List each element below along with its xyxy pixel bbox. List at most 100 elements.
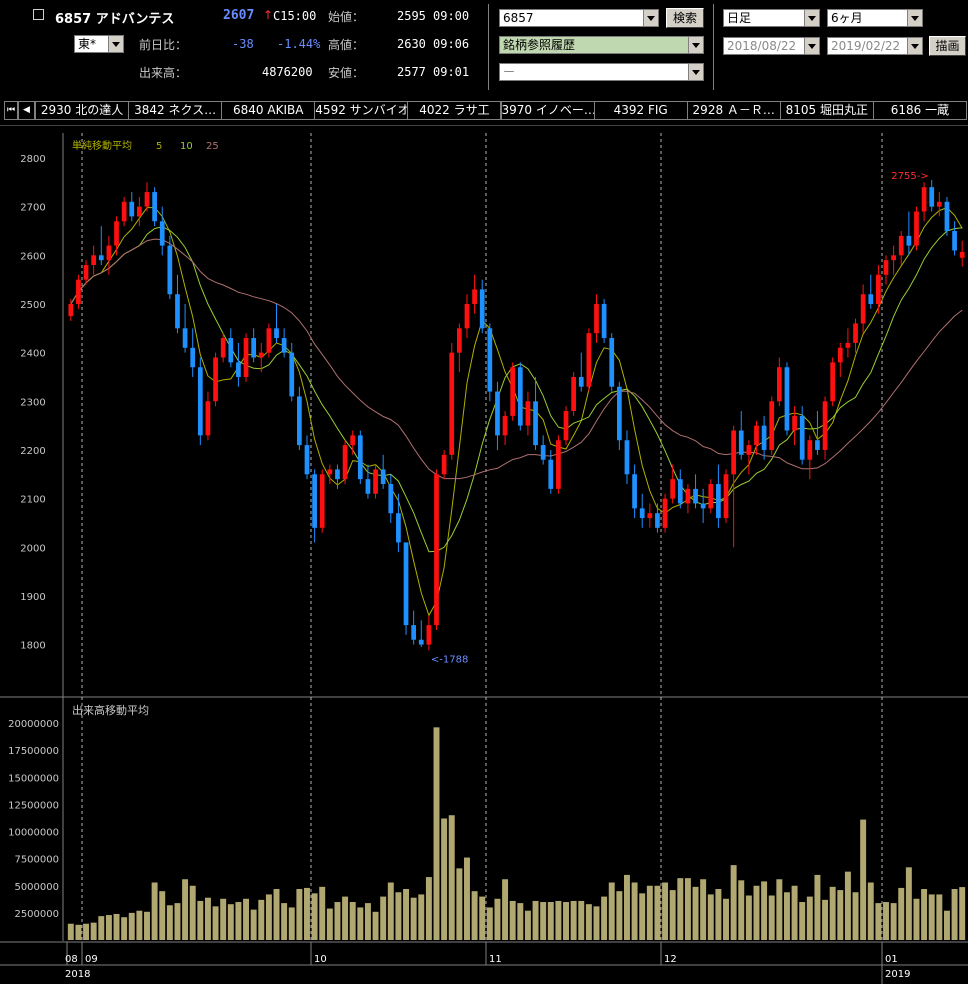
ticker-item[interactable]: 3842 ネクス… <box>128 101 223 120</box>
candle-body <box>197 367 203 436</box>
draw-button[interactable]: 描画 <box>929 36 966 56</box>
candle <box>243 333 249 382</box>
candle-body <box>411 625 417 640</box>
volume-bar <box>662 882 669 940</box>
candle <box>487 323 493 402</box>
volume-bar <box>517 903 524 940</box>
history-select[interactable]: 銘柄参照履歴 <box>499 36 704 54</box>
ticker-item[interactable]: 6186 一蔵 <box>872 101 967 120</box>
volume-bar <box>936 894 943 940</box>
chevron-down-icon[interactable] <box>108 36 123 52</box>
exchange-select[interactable]: 東* <box>74 35 124 53</box>
volume-bar <box>128 912 135 940</box>
volume-bar <box>791 885 798 940</box>
candle <box>556 435 561 494</box>
candle-body <box>853 323 858 343</box>
chevron-down-icon[interactable] <box>804 38 819 54</box>
stock-code-input[interactable]: 6857 <box>499 9 659 27</box>
chevron-down-icon[interactable] <box>907 38 922 54</box>
candle-body <box>746 445 752 455</box>
open-label: 始値： <box>328 10 365 24</box>
volume-bar <box>951 889 958 940</box>
chevron-down-icon[interactable] <box>643 10 658 26</box>
chevron-down-icon[interactable] <box>688 64 703 80</box>
ticker-item[interactable]: 4592 サンバイオ <box>314 101 409 120</box>
ticker-item[interactable]: 4022 ラサ工 <box>407 101 502 120</box>
ticker-item[interactable]: 6840 AKIBA <box>221 101 316 120</box>
candle <box>914 206 919 251</box>
volume-bar <box>425 877 432 940</box>
month-label: 10 <box>314 954 327 965</box>
volume-bar <box>304 887 310 940</box>
interval-select[interactable]: 日足 <box>723 9 820 27</box>
price-tick-label: 2200 <box>20 446 45 457</box>
search-button[interactable]: 検索 <box>666 8 704 28</box>
high-time: 09:06 <box>433 37 470 51</box>
candle <box>319 469 325 533</box>
volume-bar <box>540 902 547 940</box>
candle <box>76 274 81 309</box>
candle-body <box>799 415 805 460</box>
from-date-input[interactable]: 2018/08/22 <box>723 37 820 55</box>
volume-bar <box>822 899 829 940</box>
volume-bar <box>90 922 97 940</box>
volume-bar <box>456 868 463 940</box>
candle-body <box>213 357 218 402</box>
volume-bar <box>898 887 905 940</box>
ticker-item[interactable]: 8105 堀田丸正 <box>779 101 874 120</box>
candle-body <box>312 474 317 528</box>
candle-body <box>373 469 378 494</box>
first-page-icon[interactable]: ⏮ <box>4 101 18 120</box>
volume-bar <box>844 871 851 940</box>
candle-body <box>281 338 287 353</box>
ticker-item[interactable]: 4392 FIG <box>593 101 688 120</box>
chevron-down-icon[interactable] <box>688 37 703 53</box>
divider <box>488 4 489 90</box>
volume-bar <box>189 885 196 940</box>
prev-page-icon[interactable]: ◀ <box>18 101 35 120</box>
candle-body <box>388 484 394 514</box>
candle-body <box>350 435 356 446</box>
candle-body <box>700 503 706 509</box>
candle-body <box>434 474 439 626</box>
candle <box>609 333 615 392</box>
candle-body <box>563 411 569 441</box>
sub-select[interactable]: ー <box>499 63 704 81</box>
candle-body <box>807 440 813 460</box>
candle-body <box>784 367 790 431</box>
volume-bar <box>311 893 318 940</box>
volume-bar <box>174 903 181 940</box>
candle <box>373 464 378 499</box>
high-value: 2630 <box>397 37 426 51</box>
to-date-input[interactable]: 2019/02/22 <box>827 37 923 55</box>
volume-bar <box>136 910 143 940</box>
volume-bar <box>799 902 806 940</box>
candle-body <box>876 274 881 304</box>
volume-bar <box>98 916 105 940</box>
low-time: 09:01 <box>433 65 470 79</box>
volume-bar <box>860 819 867 940</box>
candle <box>197 357 203 446</box>
price-tick-label: 2800 <box>20 154 45 165</box>
volume-bar <box>182 879 189 940</box>
candle-body <box>578 376 584 387</box>
candle-body <box>159 221 165 246</box>
bell-icon[interactable] <box>33 9 44 20</box>
candle <box>571 372 577 416</box>
candle <box>517 362 523 431</box>
volume-bar <box>204 897 211 940</box>
candle-body <box>929 187 935 207</box>
chevron-down-icon[interactable] <box>804 10 819 26</box>
range-select[interactable]: 6ヶ月 <box>827 9 923 27</box>
ticker-item[interactable]: 3970 イノベー… <box>500 101 595 120</box>
candle-body <box>167 245 173 295</box>
chevron-down-icon[interactable] <box>907 10 922 26</box>
volume-bar <box>601 896 608 940</box>
candle-body <box>418 639 424 645</box>
ticker-item[interactable]: 2930 北の達人 <box>35 101 130 120</box>
volume-bar <box>745 895 752 940</box>
candle-body <box>815 440 820 450</box>
volume-bar <box>852 892 859 940</box>
ma-legend-period: 5 <box>156 141 162 152</box>
ticker-item[interactable]: 2928 Ａ－Ｒ… <box>686 101 781 120</box>
